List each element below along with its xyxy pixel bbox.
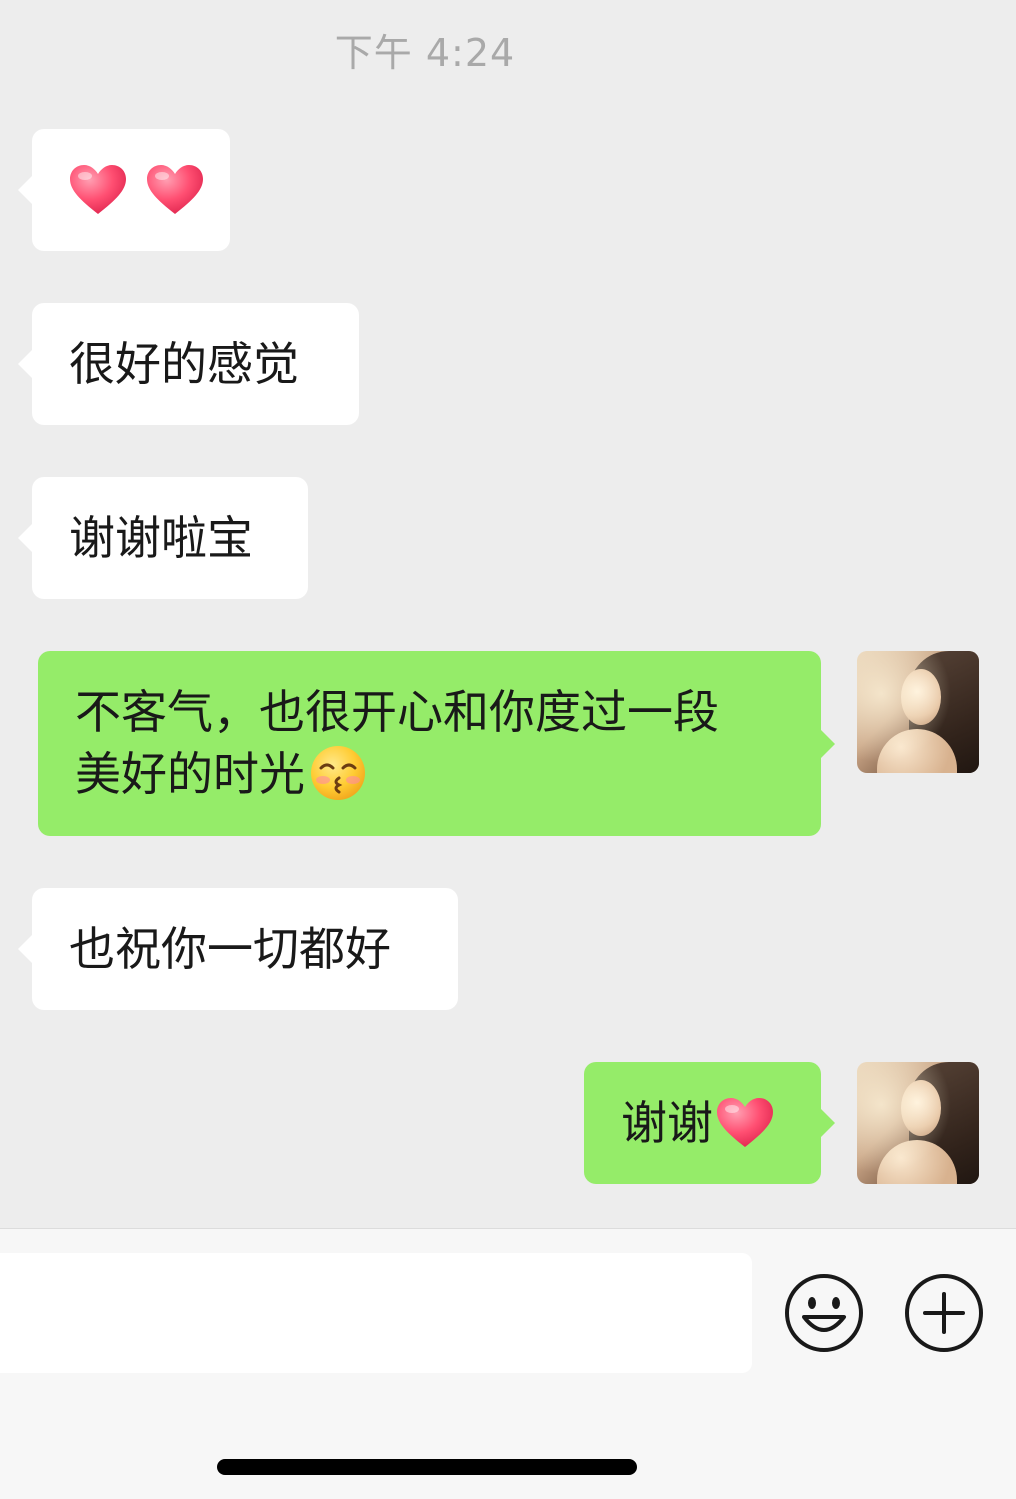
incoming-message-bubble[interactable]: 也祝你一切都好: [18, 888, 458, 1010]
home-indicator: [217, 1459, 637, 1475]
kissing-face-emoji-icon: [309, 744, 367, 817]
user-avatar[interactable]: [857, 651, 979, 773]
message-text-line: 美好的时光: [75, 743, 821, 817]
message-text: 谢谢: [621, 1096, 713, 1150]
message-text: 谢谢啦宝: [69, 511, 253, 565]
red-heart-emoji-icon: [68, 164, 128, 214]
incoming-message-bubble[interactable]: 很好的感觉: [18, 303, 359, 425]
message-text-line: 不客气，也很开心和你度过一段: [75, 685, 719, 739]
message-text: 美好的时光: [75, 747, 305, 801]
red-heart-emoji-icon: [145, 164, 205, 214]
plus-icon[interactable]: [904, 1273, 984, 1353]
message-input[interactable]: [0, 1253, 752, 1373]
message-timestamp: 下午 4:24: [334, 31, 516, 75]
incoming-message-bubble[interactable]: 谢谢啦宝: [18, 477, 308, 599]
emoji-icon[interactable]: [784, 1273, 864, 1353]
outgoing-message-bubble[interactable]: 谢谢: [584, 1062, 835, 1184]
message-text: 很好的感觉: [69, 337, 299, 391]
red-heart-emoji-icon: [715, 1097, 775, 1147]
chat-input-bar: [0, 1228, 1016, 1499]
incoming-message-bubble[interactable]: [18, 129, 230, 251]
user-avatar[interactable]: [857, 1062, 979, 1184]
message-text: 也祝你一切都好: [69, 922, 391, 976]
outgoing-message-bubble[interactable]: 不客气，也很开心和你度过一段 美好的时光: [38, 651, 835, 836]
